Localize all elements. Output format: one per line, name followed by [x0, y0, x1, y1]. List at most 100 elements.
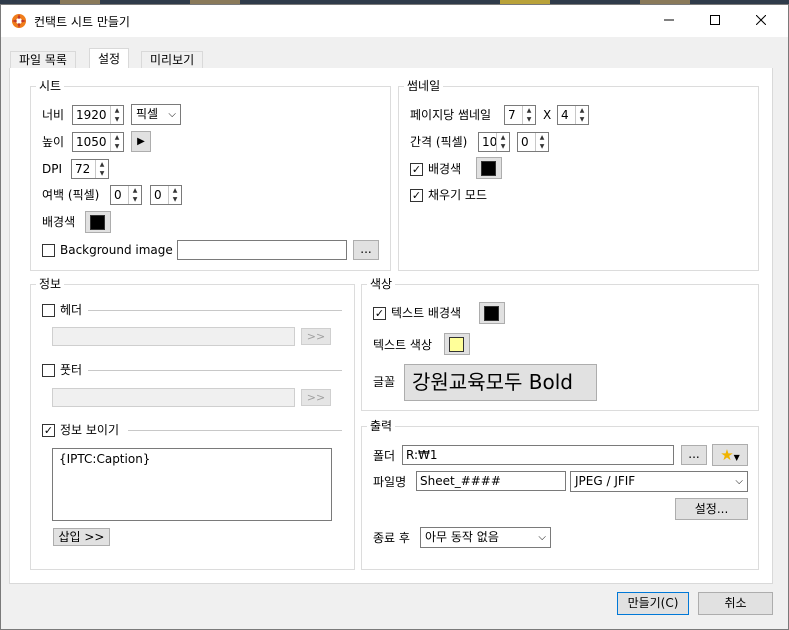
sheet-bg-label: 배경색 [42, 215, 76, 229]
spacing-y-stepper[interactable]: 0 ▲ ▼ [517, 132, 549, 152]
spin-arrows-icon[interactable]: ▲ ▼ [522, 106, 535, 124]
text-bg-swatch [484, 306, 499, 321]
bg-image-checkbox[interactable] [42, 244, 55, 257]
spin-arrows-icon[interactable]: ▲ ▼ [110, 133, 123, 151]
show-info-checkbox[interactable]: ✓ [42, 424, 55, 437]
text-color-button[interactable] [444, 333, 470, 355]
bg-image-label: Background image [60, 243, 173, 257]
tab-file-list[interactable]: 파일 목록 [10, 51, 76, 69]
text-bg-checkbox[interactable]: ✓ [373, 307, 386, 320]
height-value: 1050 [76, 135, 107, 149]
header-divider [88, 310, 342, 311]
after-action-select[interactable]: 아무 동작 없음 ⌵ [420, 527, 551, 548]
width-value: 1920 [76, 108, 107, 122]
header-label: 헤더 [60, 303, 83, 317]
chevron-down-icon: ⌵ [735, 476, 743, 487]
margin-label: 여백 (픽셀) [42, 188, 100, 202]
chevron-down-icon: ⌵ [538, 532, 546, 543]
cancel-button[interactable]: 취소 [698, 592, 773, 615]
play-arrow-icon: ▶ [137, 136, 145, 147]
sheet-group-label: 시트 [36, 79, 65, 93]
footer-insert-button: >> [301, 389, 331, 406]
rows-value: 4 [561, 108, 569, 122]
text-bg-color-button[interactable] [479, 302, 505, 324]
folder-field[interactable]: R:₩1 [402, 445, 674, 465]
close-icon [755, 14, 767, 26]
unit-value: 픽셀 [136, 107, 159, 121]
spacing-x-stepper[interactable]: 10 ▲ ▼ [478, 132, 510, 152]
thumb-bg-label: 배경색 [428, 162, 462, 176]
thumb-bg-swatch [481, 161, 496, 176]
bg-image-browse-button[interactable]: ... [353, 240, 379, 260]
margin-y-value: 0 [154, 188, 162, 202]
thumb-bg-checkbox[interactable]: ✓ [410, 163, 423, 176]
output-settings-button[interactable]: 설정... [675, 498, 748, 520]
minimize-icon [664, 19, 674, 21]
margin-y-stepper[interactable]: 0 ▲ ▼ [150, 185, 182, 205]
bg-image-field[interactable] [177, 240, 347, 260]
star-icon: ★ [720, 446, 734, 464]
spacing-y-value: 0 [521, 135, 529, 149]
dialog-window: 컨택트 시트 만들기 파일 목록 설정 미리보기 시트 너비 1920 ▲ ▼ 픽… [0, 4, 789, 630]
header-checkbox[interactable] [42, 304, 55, 317]
text-bg-label: 텍스트 배경색 [391, 306, 462, 320]
favorite-folder-button[interactable]: ★▼ [712, 444, 748, 466]
filename-label: 파일명 [373, 475, 407, 489]
thumbnail-group-label: 썸네일 [404, 79, 444, 93]
unit-select[interactable]: 픽셀 ⌵ [131, 104, 181, 125]
fill-mode-checkbox[interactable]: ✓ [410, 189, 423, 202]
maximize-button[interactable] [692, 5, 738, 37]
create-button[interactable]: 만들기(C) [617, 592, 689, 615]
header-field [52, 327, 295, 346]
font-label: 글꼴 [373, 375, 396, 389]
spin-arrows-icon[interactable]: ▲ ▼ [575, 106, 588, 124]
format-value: JPEG / JFIF [575, 474, 636, 488]
folder-browse-button[interactable]: ... [681, 445, 707, 465]
tab-preview[interactable]: 미리보기 [141, 51, 204, 69]
height-stepper[interactable]: 1050 ▲ ▼ [72, 132, 124, 152]
window-title: 컨택트 시트 만들기 [34, 15, 130, 29]
dpi-stepper[interactable]: 72 ▲ ▼ [71, 159, 109, 179]
text-color-swatch [449, 337, 464, 352]
sheet-bg-color-button[interactable] [85, 211, 111, 233]
preset-arrow-button[interactable]: ▶ [131, 131, 151, 152]
fill-mode-label: 채우기 모드 [428, 188, 488, 202]
thumb-bg-color-button[interactable] [476, 157, 502, 179]
minimize-button[interactable] [646, 5, 692, 37]
margin-x-stepper[interactable]: 0 ▲ ▼ [110, 185, 142, 205]
spin-arrows-icon[interactable]: ▲ ▼ [110, 106, 123, 124]
footer-field [52, 388, 295, 407]
spacing-x-value: 10 [482, 135, 498, 149]
folder-label: 폴더 [373, 449, 396, 463]
spin-arrows-icon[interactable]: ▲ ▼ [128, 186, 141, 204]
after-action-value: 아무 동작 없음 [425, 530, 499, 544]
settings-panel: 시트 너비 1920 ▲ ▼ 픽셀 ⌵ 높이 1050 ▲ ▼ ▶ DPI 72 ▲… [9, 68, 773, 584]
filename-field[interactable]: Sheet_#### [416, 471, 566, 491]
font-button[interactable]: 강원교육모두 Bold [404, 364, 597, 401]
spin-arrows-icon[interactable]: ▲ ▼ [535, 133, 548, 151]
close-button[interactable] [738, 5, 784, 37]
spin-arrows-icon[interactable]: ▲ ▼ [168, 186, 181, 204]
margin-x-value: 0 [114, 188, 122, 202]
width-stepper[interactable]: 1920 ▲ ▼ [72, 105, 124, 125]
height-label: 높이 [42, 135, 65, 149]
chevron-down-icon: ▼ [733, 453, 740, 462]
format-select[interactable]: JPEG / JFIF ⌵ [570, 471, 748, 492]
insert-button[interactable]: 삽입 >> [53, 528, 110, 546]
width-label: 너비 [42, 108, 65, 122]
spin-arrows-icon[interactable]: ▲ ▼ [496, 133, 509, 151]
footer-checkbox[interactable] [42, 364, 55, 377]
title-bar[interactable]: 컨택트 시트 만들기 [1, 5, 788, 37]
info-textarea[interactable]: {IPTC:Caption} [52, 448, 332, 521]
cols-value: 7 [508, 108, 516, 122]
show-info-divider [128, 430, 342, 431]
show-info-label: 정보 보이기 [60, 423, 120, 437]
tab-settings[interactable]: 설정 [89, 48, 130, 69]
cols-stepper[interactable]: 7 ▲ ▼ [504, 105, 536, 125]
spacing-label: 간격 (픽셀) [410, 135, 468, 149]
rows-stepper[interactable]: 4 ▲ ▼ [557, 105, 589, 125]
app-logo-icon [11, 13, 27, 29]
sheet-bg-swatch [90, 215, 105, 230]
info-group-label: 정보 [36, 277, 65, 291]
spin-arrows-icon[interactable]: ▲ ▼ [95, 160, 108, 178]
